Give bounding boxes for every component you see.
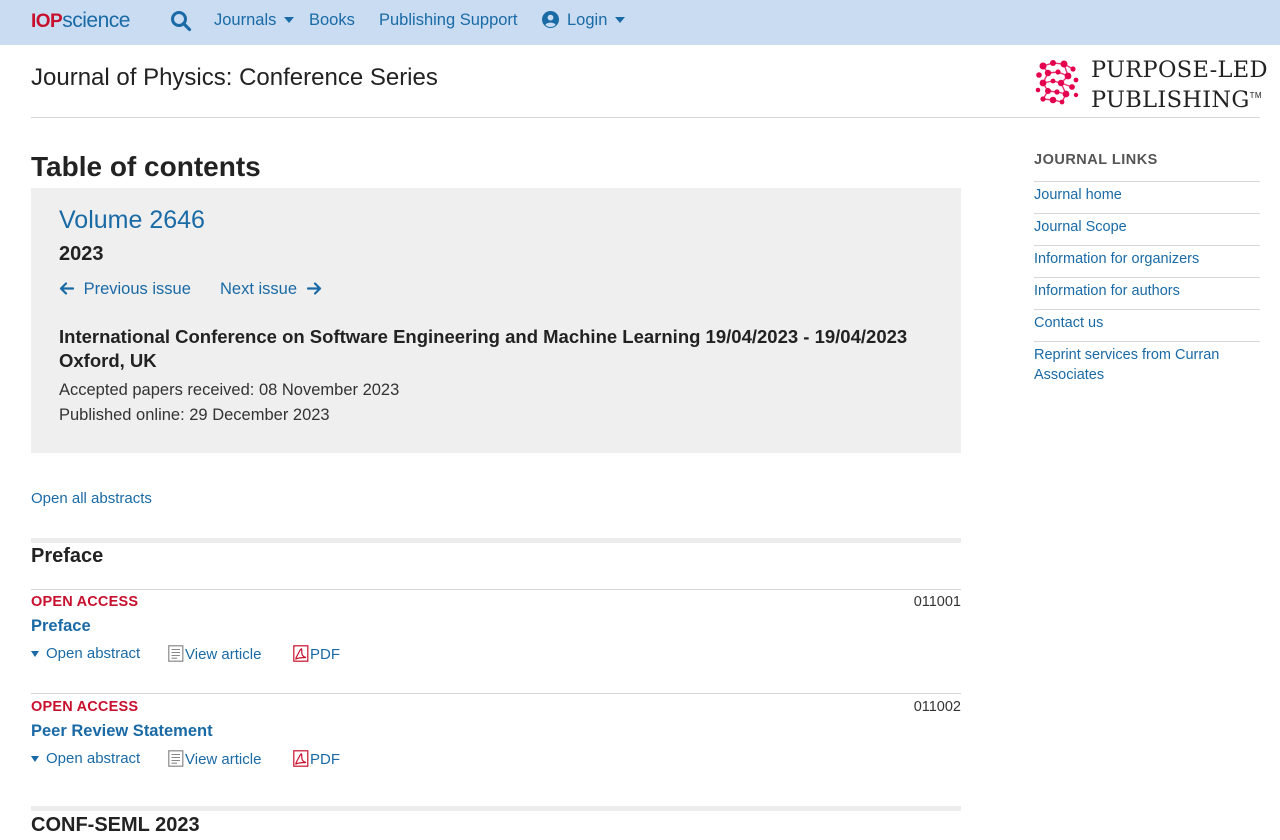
chevron-down-icon xyxy=(31,651,39,657)
view-article-link[interactable]: View article xyxy=(168,750,261,768)
article-divider xyxy=(31,589,961,590)
issue-info-panel: Volume 2646 2023 Previous issue Next iss… xyxy=(31,188,961,453)
open-access-label: OPEN ACCESS xyxy=(31,699,139,715)
list-item: Journal Scope xyxy=(1034,213,1260,245)
published-date: Published online: 29 December 2023 xyxy=(59,406,330,424)
chevron-down-icon xyxy=(31,756,39,762)
nav-login-label: Login xyxy=(567,11,608,29)
view-article-label: View article xyxy=(185,751,262,768)
arrow-left-icon xyxy=(59,281,75,295)
nav-login-menu[interactable]: Login xyxy=(542,11,626,30)
top-nav-bar: IOPscience Journals Books Publishing Sup… xyxy=(0,0,1280,45)
journal-links-list: Journal home Journal Scope Information f… xyxy=(1034,181,1260,393)
user-circle-icon xyxy=(542,11,559,28)
pdf-icon xyxy=(293,645,309,662)
pdf-download-link[interactable]: PDF xyxy=(293,750,340,768)
purpose-led-publishing-logo[interactable]: PURPOSE-LED PUBLISHINGTM xyxy=(1034,58,1267,113)
search-icon[interactable] xyxy=(170,10,192,32)
article-item: OPEN ACCESS 011001 Preface Open abstract… xyxy=(31,594,961,684)
logo-science-text: science xyxy=(62,9,130,32)
publisher-line2: PUBLISHING xyxy=(1091,87,1250,113)
next-issue-label: Next issue xyxy=(220,280,298,298)
volume-year: 2023 xyxy=(59,243,104,265)
reprint-services-link[interactable]: Reprint services from Curran Associates xyxy=(1034,347,1219,383)
document-icon xyxy=(168,645,184,662)
section-divider xyxy=(31,538,961,543)
list-item: Reprint services from Curran Associates xyxy=(1034,341,1260,393)
journal-title[interactable]: Journal of Physics: Conference Series xyxy=(31,64,438,92)
trademark-mark: TM xyxy=(1249,91,1262,100)
document-icon xyxy=(168,750,184,767)
iopscience-logo[interactable]: IOPscience xyxy=(31,9,130,33)
article-divider xyxy=(31,693,961,694)
pdf-download-link[interactable]: PDF xyxy=(293,645,340,663)
publisher-line1: PURPOSE-LED xyxy=(1091,57,1268,83)
pdf-icon xyxy=(293,750,309,767)
volume-link[interactable]: Volume 2646 xyxy=(59,206,205,235)
journal-home-link[interactable]: Journal home xyxy=(1034,187,1122,203)
journal-links-heading: JOURNAL LINKS xyxy=(1034,152,1158,168)
publisher-mark-icon xyxy=(1035,60,1079,105)
section-divider xyxy=(31,806,961,811)
open-abstract-toggle[interactable]: Open abstract xyxy=(31,750,140,767)
list-item: Contact us xyxy=(1034,309,1260,341)
section-title-preface: Preface xyxy=(31,545,104,567)
arrow-right-icon xyxy=(306,281,322,295)
open-all-abstracts-link[interactable]: Open all abstracts xyxy=(31,490,152,507)
view-article-label: View article xyxy=(185,646,262,663)
next-issue-link[interactable]: Next issue xyxy=(220,280,322,299)
list-item: Information for authors xyxy=(1034,277,1260,309)
article-item: OPEN ACCESS 011002 Peer Review Statement… xyxy=(31,699,961,789)
open-access-label: OPEN ACCESS xyxy=(31,594,139,610)
list-item: Journal home xyxy=(1034,181,1260,213)
publisher-wordmark: PURPOSE-LED PUBLISHINGTM xyxy=(1091,58,1268,113)
open-abstract-label: Open abstract xyxy=(46,645,141,662)
logo-iop-text: IOP xyxy=(31,11,63,32)
nav-books-link[interactable]: Books xyxy=(309,11,355,30)
article-number: 011001 xyxy=(913,594,961,610)
list-item: Information for organizers xyxy=(1034,245,1260,277)
view-article-link[interactable]: View article xyxy=(168,645,261,663)
header-divider xyxy=(31,117,1260,118)
chevron-down-icon xyxy=(284,17,295,23)
open-abstract-label: Open abstract xyxy=(46,750,141,767)
nav-journals-menu[interactable]: Journals xyxy=(214,11,295,30)
info-authors-link[interactable]: Information for authors xyxy=(1034,283,1180,299)
journal-scope-link[interactable]: Journal Scope xyxy=(1034,219,1127,235)
previous-issue-link[interactable]: Previous issue xyxy=(59,280,191,299)
section-title-conf-seml: CONF-SEML 2023 xyxy=(31,814,200,836)
nav-journals-label: Journals xyxy=(214,11,277,29)
page-title: Table of contents xyxy=(31,151,261,182)
conference-title: International Conference on Software Eng… xyxy=(59,326,908,371)
nav-publishing-support-link[interactable]: Publishing Support xyxy=(379,11,518,30)
article-title-link[interactable]: Peer Review Statement xyxy=(31,722,213,741)
chevron-down-icon xyxy=(615,17,626,23)
pdf-label: PDF xyxy=(310,646,340,663)
article-title-link[interactable]: Preface xyxy=(31,617,91,636)
pdf-label: PDF xyxy=(310,751,340,768)
info-organizers-link[interactable]: Information for organizers xyxy=(1034,251,1199,267)
article-number: 011002 xyxy=(913,699,961,715)
previous-issue-label: Previous issue xyxy=(83,280,191,298)
accepted-date: Accepted papers received: 08 November 20… xyxy=(59,381,400,399)
open-abstract-toggle[interactable]: Open abstract xyxy=(31,645,140,662)
contact-us-link[interactable]: Contact us xyxy=(1034,315,1103,331)
